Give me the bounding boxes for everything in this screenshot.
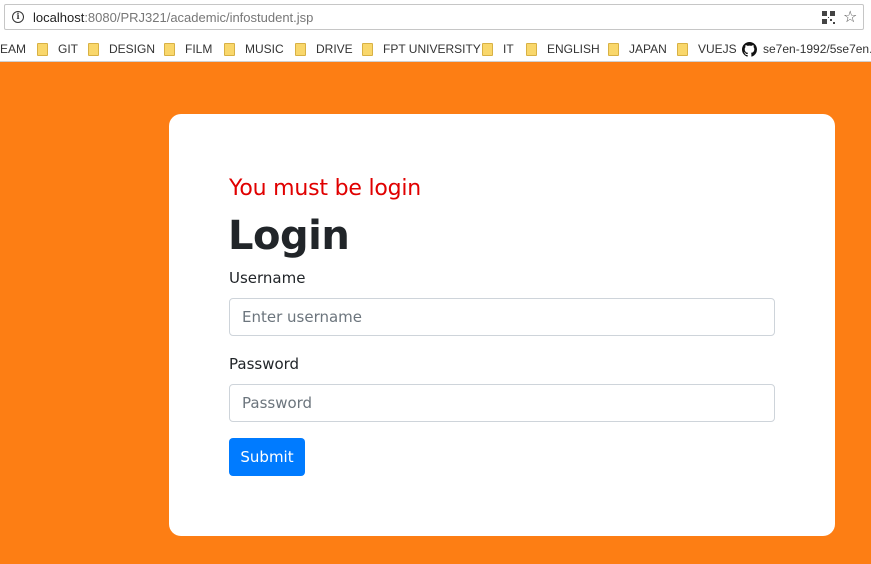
error-message: You must be login [229,176,422,201]
bookmark-label: VUEJS [698,42,737,56]
bookmark-label: ENGLISH [547,42,600,56]
bookmark-star-icon[interactable]: ☆ [843,7,857,27]
folder-icon [88,42,99,56]
bookmark-english[interactable]: ENGLISH [526,41,600,57]
qr-code-icon[interactable] [822,11,835,24]
bookmark-drive[interactable]: DRIVE [295,41,353,57]
folder-icon [295,42,306,56]
bookmark-vuejs[interactable]: VUEJS [677,41,737,57]
bookmark-label: DRIVE [316,42,353,56]
password-input[interactable] [229,384,775,422]
folder-icon [362,42,373,56]
bookmark-label: EAM [0,42,27,56]
bookmark-film[interactable]: FILM [164,41,212,57]
username-input[interactable] [229,298,775,336]
login-card: You must be login Login Username Passwor… [169,114,835,536]
folder-icon [224,42,235,56]
folder-icon [37,42,48,56]
info-icon[interactable]: i [12,11,24,23]
page-title: Login [228,213,350,259]
address-bar: i localhost:8080/PRJ321/academic/infostu… [0,0,871,36]
submit-button[interactable]: Submit [229,438,305,476]
bookmark-label: se7en-1992/5se7en. [763,42,871,56]
bookmark-git[interactable]: GIT [37,41,78,57]
bookmark-music[interactable]: MUSIC [224,41,284,57]
omnibox[interactable]: i localhost:8080/PRJ321/academic/infostu… [4,4,864,30]
bookmark-it[interactable]: IT [482,41,514,57]
bookmark-design[interactable]: DESIGN [88,41,155,57]
page-background: You must be login Login Username Passwor… [0,62,871,564]
username-label: Username [229,269,306,287]
folder-icon [526,42,537,56]
bookmark-fpt-university[interactable]: FPT UNIVERSITY [362,41,481,57]
github-icon [742,41,757,57]
url-host: localhost [33,10,85,25]
url-path: :8080/PRJ321/academic/infostudent.jsp [84,10,314,25]
bookmark-github-repo[interactable]: se7en-1992/5se7en. [742,41,871,57]
bookmarks-bar: EAM GIT DESIGN FILM MUSIC DRIVE FPT UNIV… [0,36,871,62]
folder-icon [608,42,619,56]
bookmark-eam[interactable]: EAM [0,41,26,57]
bookmark-japan[interactable]: JAPAN [608,41,667,57]
bookmark-label: JAPAN [629,42,667,56]
bookmark-label: DESIGN [109,42,156,56]
folder-icon [677,42,688,56]
bookmark-label: GIT [58,42,78,56]
bookmark-label: IT [503,42,514,56]
bookmark-label: MUSIC [245,42,284,56]
bookmark-label: FILM [185,42,213,56]
url-text[interactable]: localhost:8080/PRJ321/academic/infostude… [33,9,313,26]
folder-icon [482,42,493,56]
password-label: Password [229,355,300,373]
folder-icon [164,42,175,56]
bookmark-label: FPT UNIVERSITY [383,42,481,56]
